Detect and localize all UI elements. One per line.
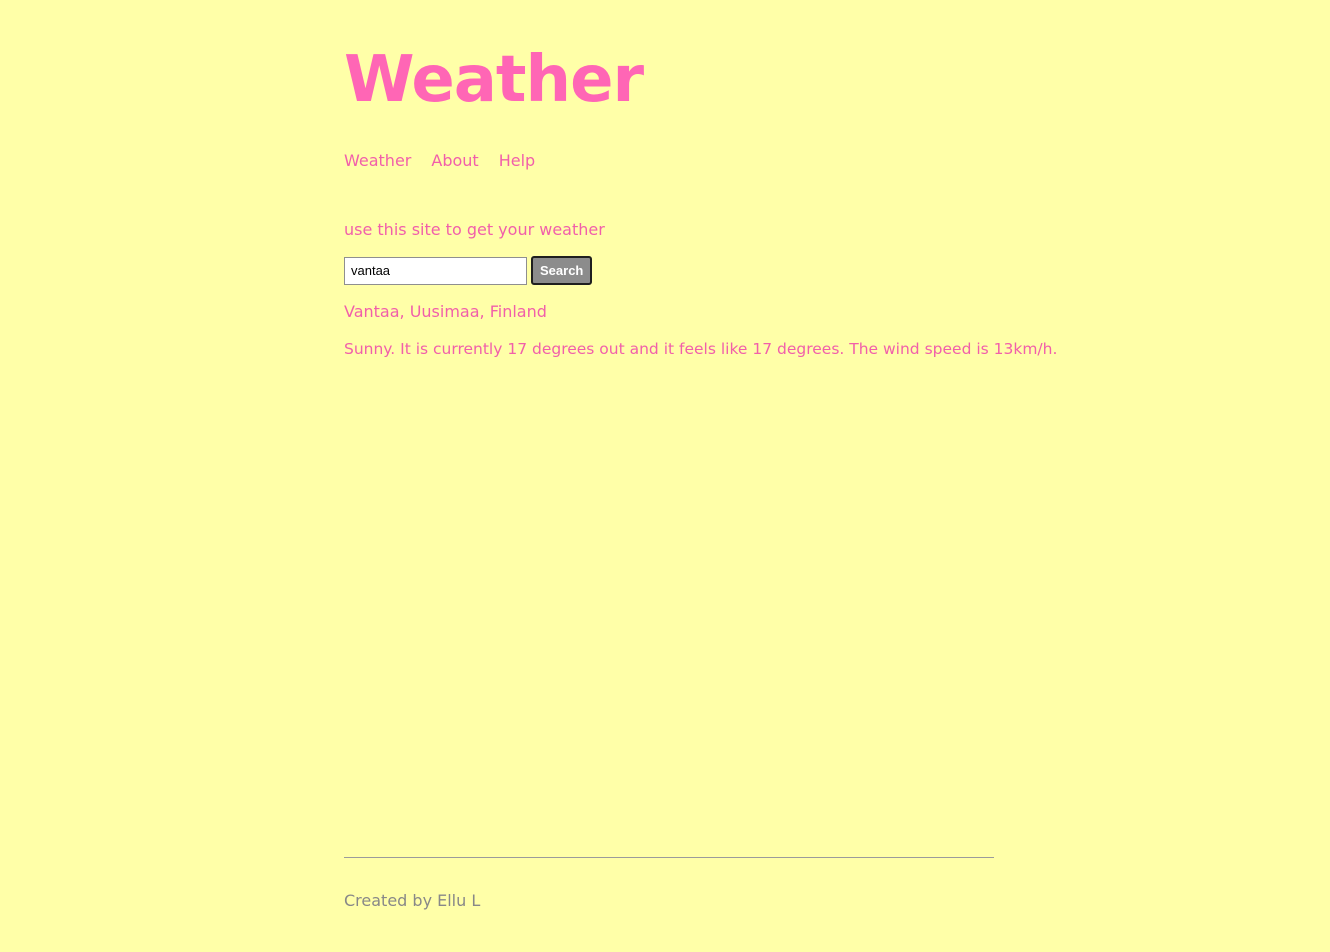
forecast-result: Sunny. It is currently 17 degrees out an…	[344, 340, 1058, 358]
page-title: Weather	[344, 43, 644, 117]
nav-link-weather[interactable]: Weather	[344, 150, 411, 172]
location-search-input[interactable]	[344, 256, 527, 285]
tagline: use this site to get your weather	[344, 220, 605, 239]
nav-link-about[interactable]: About	[431, 150, 478, 172]
footer-credit: Created by Ellu L	[344, 891, 481, 910]
footer-divider	[344, 857, 994, 858]
search-form: Search	[344, 256, 593, 285]
nav-link-help[interactable]: Help	[499, 150, 535, 172]
search-button[interactable]: Search	[531, 256, 593, 285]
nav-bar: Weather About Help	[344, 150, 535, 172]
page: Weather Weather About Help use this site…	[0, 0, 1330, 952]
main-container: Weather Weather About Help use this site…	[344, 0, 1057, 952]
location-result: Vantaa, Uusimaa, Finland	[344, 302, 547, 321]
